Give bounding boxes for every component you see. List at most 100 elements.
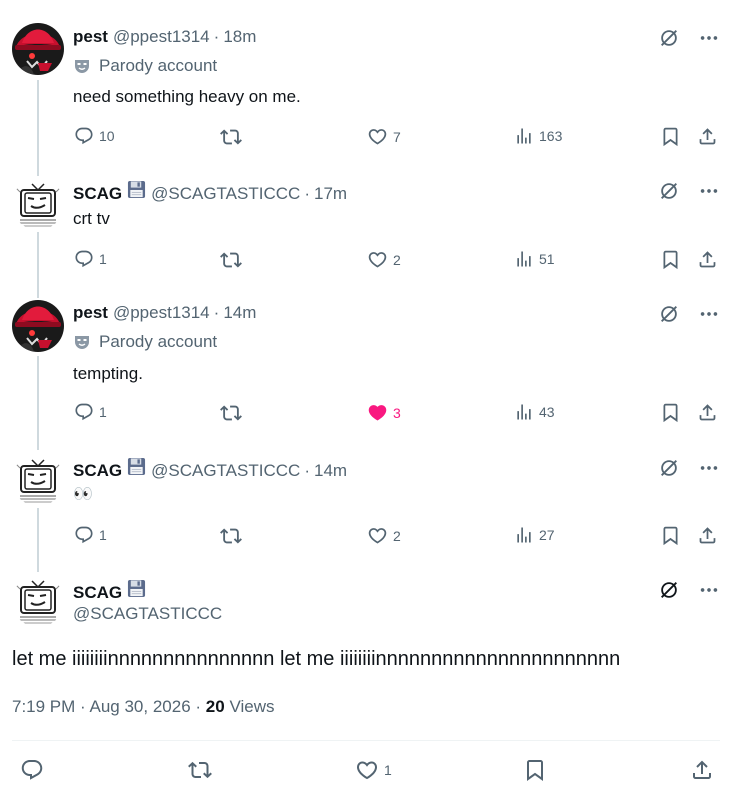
parody-label-text: Parody account: [99, 332, 218, 351]
bookmark-icon: [660, 525, 681, 546]
reply-button[interactable]: [20, 758, 44, 782]
views-button[interactable]: 27: [514, 525, 555, 545]
retweet-icon: [220, 249, 242, 271]
reply-count: 10: [99, 128, 115, 144]
reply-button[interactable]: 1: [74, 249, 107, 269]
bookmark-icon: [660, 126, 681, 147]
tweet-text: crt tv: [73, 209, 110, 228]
bookmark-button[interactable]: [523, 758, 547, 782]
tweet-text: let me iiiiiiiinnnnnnnnnnnnnnn let me ii…: [12, 648, 621, 670]
share-button[interactable]: [690, 758, 714, 782]
reply-count: 1: [99, 404, 107, 420]
share-icon: [697, 249, 718, 270]
retweet-button[interactable]: [220, 249, 242, 271]
view-count: 163: [539, 128, 563, 144]
avatar[interactable]: [12, 23, 64, 75]
avatar[interactable]: [12, 454, 64, 506]
bookmark-icon: [523, 758, 547, 782]
author-name[interactable]: SCAG: [73, 184, 122, 204]
retweet-button[interactable]: [220, 126, 242, 148]
like-count: 7: [393, 128, 401, 145]
more-icon[interactable]: [698, 457, 720, 479]
like-count: 2: [393, 527, 401, 544]
parody-label: Parody account: [73, 332, 217, 352]
author-name[interactable]: pest: [73, 27, 108, 47]
post-date[interactable]: Aug 30, 2026: [90, 697, 191, 716]
grok-icon[interactable]: [658, 457, 680, 479]
like-icon: [367, 249, 388, 270]
view-count: 51: [539, 251, 555, 267]
like-button[interactable]: 7: [367, 126, 401, 147]
reply-button[interactable]: 1: [74, 525, 107, 545]
parody-label: Parody account: [73, 56, 217, 76]
author-handle[interactable]: @ppest1314: [113, 303, 210, 323]
timestamp[interactable]: 17m: [314, 184, 347, 204]
like-button[interactable]: 2: [367, 525, 401, 546]
share-button[interactable]: [697, 525, 718, 546]
timestamp[interactable]: 18m: [223, 27, 256, 47]
more-icon[interactable]: [698, 303, 720, 325]
parody-mask-icon: [73, 333, 91, 351]
avatar[interactable]: [12, 300, 64, 352]
views-icon: [514, 402, 534, 422]
author-handle[interactable]: @SCAGTASTICCC: [151, 184, 300, 204]
parody-mask-icon: [73, 57, 91, 75]
views-icon: [514, 525, 534, 545]
floppy-disk-icon: [127, 579, 146, 598]
grok-icon[interactable]: [658, 579, 680, 601]
like-count: 3: [393, 404, 401, 421]
post-time[interactable]: 7:19 PM: [12, 697, 75, 716]
bookmark-button[interactable]: [660, 525, 681, 546]
like-button[interactable]: 3: [367, 402, 401, 423]
author-handle[interactable]: @SCAGTASTICCC: [151, 461, 300, 481]
share-button[interactable]: [697, 402, 718, 423]
separator: ·: [213, 303, 220, 322]
bookmark-button[interactable]: [660, 249, 681, 270]
author-handle[interactable]: @ppest1314: [113, 27, 210, 47]
bookmark-button[interactable]: [660, 126, 681, 147]
reply-button[interactable]: 10: [74, 126, 115, 146]
author-name[interactable]: SCAG: [73, 583, 122, 603]
tweet-meta: 7:19 PM · Aug 30, 2026 · 20 Views: [12, 697, 274, 717]
grok-icon[interactable]: [658, 180, 680, 202]
views-label: Views: [229, 697, 275, 716]
grok-icon[interactable]: [658, 303, 680, 325]
floppy-disk-icon: [127, 180, 146, 199]
retweet-button[interactable]: [188, 758, 212, 782]
avatar[interactable]: [12, 575, 64, 627]
like-button[interactable]: 2: [367, 249, 401, 270]
views-button[interactable]: 163: [514, 126, 562, 146]
separator: ·: [213, 27, 220, 46]
views-count: 20: [205, 697, 225, 716]
view-count: 27: [539, 527, 555, 543]
share-button[interactable]: [697, 126, 718, 147]
share-button[interactable]: [697, 249, 718, 270]
more-icon[interactable]: [698, 579, 720, 601]
separator: ·: [304, 461, 310, 480]
like-count: 2: [393, 251, 401, 268]
bookmark-button[interactable]: [660, 402, 681, 423]
parody-label-text: Parody account: [99, 56, 218, 75]
reply-button[interactable]: 1: [74, 402, 107, 422]
avatar[interactable]: [12, 178, 64, 230]
retweet-button[interactable]: [220, 525, 242, 547]
views-button[interactable]: 43: [514, 402, 555, 422]
author-name[interactable]: pest: [73, 303, 108, 323]
timestamp[interactable]: 14m: [314, 461, 347, 481]
retweet-icon: [188, 758, 212, 782]
reply-icon: [20, 758, 44, 782]
like-button[interactable]: 1: [355, 758, 392, 782]
views-icon: [514, 249, 534, 269]
views-button[interactable]: 51: [514, 249, 555, 269]
retweet-button[interactable]: [220, 402, 242, 424]
reply-count: 1: [99, 251, 107, 267]
separator: ·: [195, 697, 206, 716]
more-icon[interactable]: [698, 27, 720, 49]
more-icon[interactable]: [698, 180, 720, 202]
divider: [12, 740, 720, 741]
author-handle[interactable]: @SCAGTASTICCC: [73, 604, 222, 624]
grok-icon[interactable]: [658, 27, 680, 49]
author-name[interactable]: SCAG: [73, 461, 122, 481]
timestamp[interactable]: 14m: [223, 303, 256, 323]
retweet-icon: [220, 402, 242, 424]
